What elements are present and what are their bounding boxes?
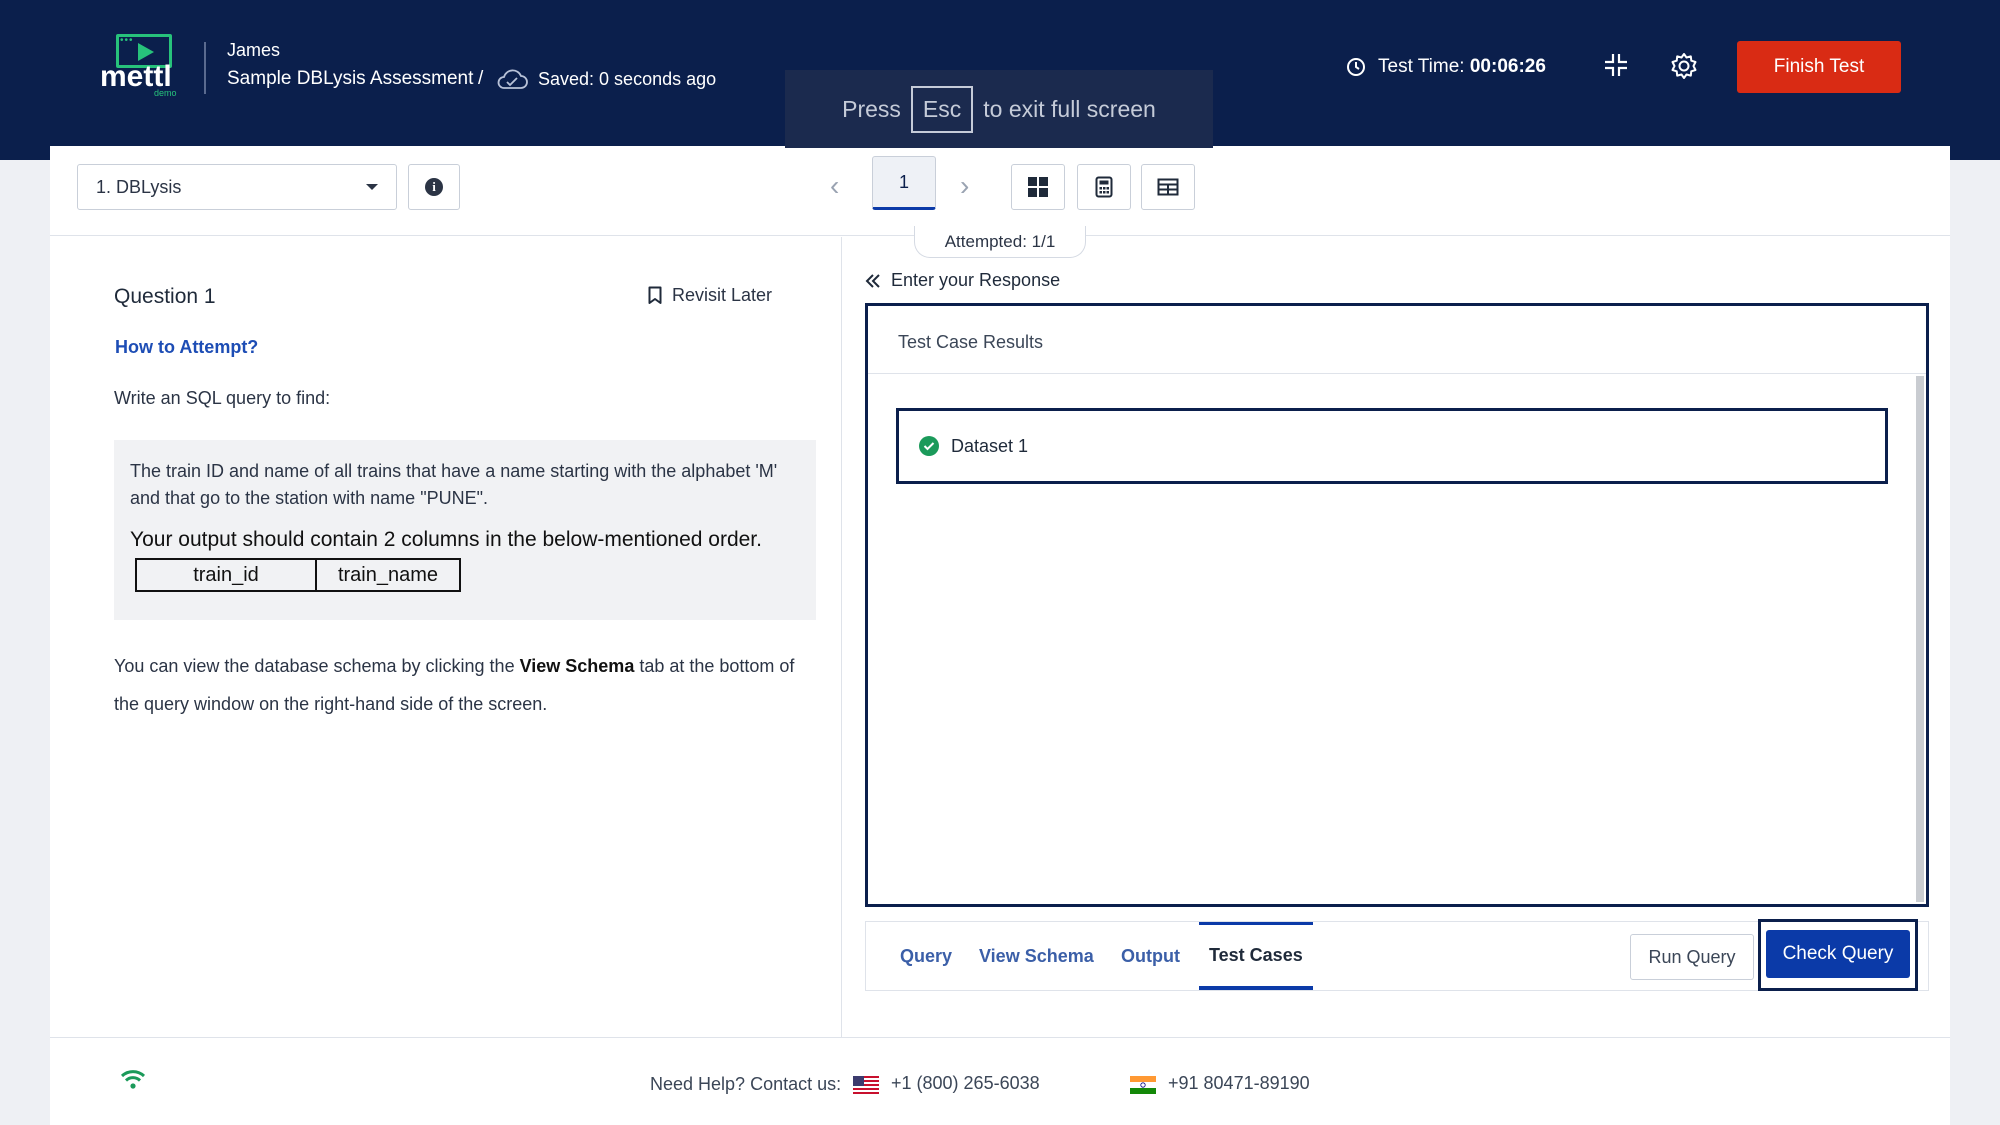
us-flag-icon — [853, 1076, 879, 1094]
prev-question-button[interactable]: ‹ — [830, 170, 839, 202]
india-flag-icon — [1130, 1076, 1156, 1094]
mettl-logo: ••• mettl demo — [100, 34, 177, 98]
question-text: The train ID and name of all trains that… — [130, 461, 778, 508]
calculator-button[interactable] — [1077, 164, 1131, 210]
column-train-name: train_name — [337, 563, 439, 586]
question-pane: Question 1 Revisit Later How to Attempt?… — [50, 237, 842, 1037]
header-separator: / — [478, 68, 484, 89]
fullscreen-exit-hint: Press Esc to exit full screen — [785, 70, 1213, 148]
check-query-button[interactable]: Check Query — [1766, 930, 1910, 978]
response-header[interactable]: Enter your Response — [865, 270, 1060, 291]
table-icon — [1157, 178, 1179, 196]
output-columns-table: train_id train_name — [135, 558, 461, 592]
caret-down-icon — [366, 184, 378, 190]
us-phone[interactable]: +1 (800) 265-6038 — [891, 1073, 1040, 1094]
grid-icon — [1028, 177, 1048, 197]
tab-test-cases[interactable]: Test Cases — [1199, 922, 1313, 990]
exit-fullscreen-icon[interactable] — [1603, 52, 1629, 78]
check-circle-icon — [919, 436, 939, 456]
test-case-results-title: Test Case Results — [868, 306, 1926, 374]
output-order-text: Your output should contain 2 columns in … — [130, 528, 762, 551]
revisit-later-label: Revisit Later — [672, 285, 773, 305]
esc-press-text: Press — [842, 95, 901, 122]
question-intro: Write an SQL query to find: — [114, 388, 331, 408]
finish-test-button[interactable]: Finish Test — [1737, 41, 1901, 93]
next-question-button[interactable]: › — [960, 170, 969, 202]
timer-value: 00:06:26 — [1469, 56, 1546, 77]
user-name: James — [227, 40, 281, 60]
question-number-1[interactable]: 1 — [872, 156, 936, 210]
info-icon: i — [425, 178, 443, 196]
timer-label: Test Time: — [1378, 56, 1465, 77]
collapse-left-icon — [865, 273, 880, 288]
run-query-button[interactable]: Run Query — [1630, 934, 1754, 980]
tab-view-schema[interactable]: View Schema — [969, 922, 1104, 990]
main-panel: 1. DBLysis i ‹ 1 › Attempted: 1/1 Questi… — [50, 146, 1950, 1125]
how-to-attempt-link[interactable]: How to Attempt? — [115, 337, 258, 358]
response-label: Enter your Response — [891, 270, 1061, 290]
clock-icon — [1347, 58, 1365, 76]
tab-output[interactable]: Output — [1111, 922, 1190, 990]
gear-icon[interactable] — [1670, 52, 1698, 80]
calculator-icon — [1095, 176, 1113, 198]
section-select[interactable]: 1. DBLysis — [77, 164, 397, 210]
dataset-result[interactable]: Dataset 1 — [896, 408, 1888, 484]
bookmark-icon — [648, 286, 662, 304]
check-query-focus-ring: Check Query — [1758, 919, 1918, 991]
column-train-id: train_id — [137, 560, 317, 590]
play-icon — [138, 43, 154, 61]
view-schema-emphasis: View Schema — [519, 656, 635, 676]
help-text: Need Help? Contact us: — [650, 1074, 842, 1094]
dataset-label: Dataset 1 — [951, 435, 1029, 456]
tab-query[interactable]: Query — [890, 922, 962, 990]
grid-view-button[interactable] — [1011, 164, 1065, 210]
esc-key: Esc — [910, 85, 974, 133]
footer: Need Help? Contact us: +1 (800) 265-6038… — [50, 1037, 1950, 1125]
revisit-later-button[interactable]: Revisit Later — [648, 285, 772, 306]
section-select-value: 1. DBLysis — [96, 176, 182, 197]
query-tabs-bar: Query View Schema Output Test Cases Run … — [865, 919, 1929, 991]
saved-status: Saved: 0 seconds ago — [538, 69, 717, 89]
test-name: Sample DBLysis Assessment — [227, 68, 474, 89]
question-toolbar: 1. DBLysis i ‹ 1 › Attempted: 1/1 — [50, 146, 1950, 258]
schema-instructions: You can view the database schema by clic… — [114, 656, 795, 714]
results-scrollbar[interactable] — [1916, 376, 1924, 902]
test-case-results-panel: Test Case Results Dataset 1 — [865, 303, 1929, 907]
cloud-icon — [497, 69, 528, 89]
test-timer: Test Time: 00:06:26 — [1378, 56, 1546, 78]
question-title: Question 1 — [114, 285, 216, 308]
wifi-icon — [120, 1070, 146, 1089]
attempted-badge: Attempted: 1/1 — [914, 226, 1086, 258]
esc-rest-text: to exit full screen — [983, 95, 1156, 122]
table-view-button[interactable] — [1141, 164, 1195, 210]
info-button[interactable]: i — [408, 164, 460, 210]
india-phone[interactable]: +91 80471-89190 — [1168, 1073, 1310, 1094]
logo-sub: demo — [154, 88, 177, 98]
question-box: The train ID and name of all trains that… — [114, 440, 816, 620]
header-divider — [204, 42, 206, 94]
